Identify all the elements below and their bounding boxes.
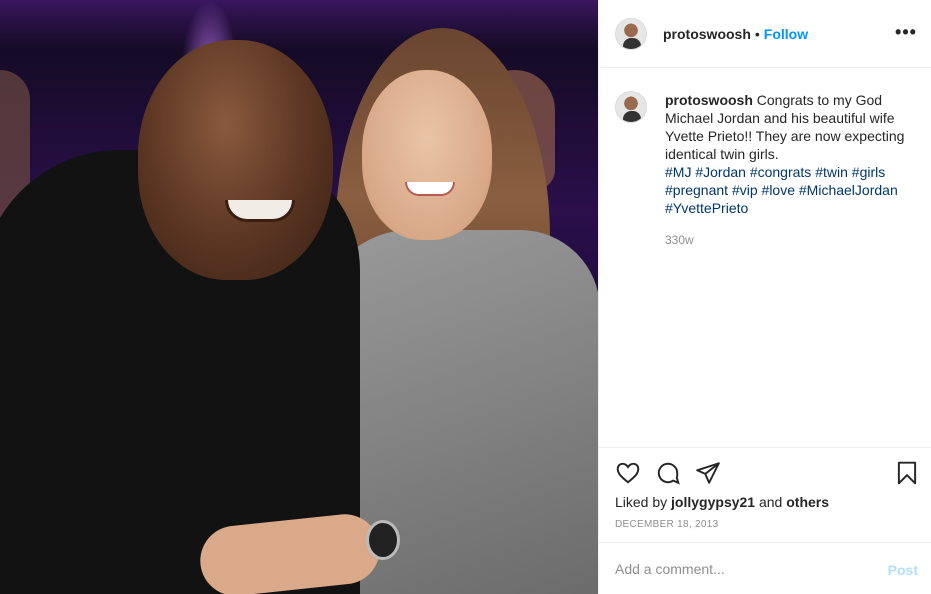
post-actions-section: Liked by jollygypsy21 and others DECEMBE… <box>599 447 931 543</box>
hashtag-link[interactable]: #congrats <box>750 164 811 180</box>
avatar[interactable] <box>615 17 647 50</box>
post-photo[interactable] <box>0 0 598 594</box>
caption-avatar[interactable] <box>615 91 647 123</box>
post-side-panel: protoswoosh • Follow ••• protoswoosh Con… <box>598 0 931 594</box>
photo-man-smile <box>225 200 295 222</box>
hashtag-link[interactable]: #love <box>762 182 795 198</box>
add-comment-input[interactable] <box>615 557 865 581</box>
share-icon[interactable] <box>695 460 721 486</box>
liked-by-user[interactable]: jollygypsy21 <box>671 494 755 510</box>
liked-by-text: Liked by jollygypsy21 and others <box>615 494 829 510</box>
more-options-icon[interactable]: ••• <box>894 22 918 46</box>
post-date[interactable]: DECEMBER 18, 2013 <box>615 519 718 530</box>
photo-woman-face <box>362 70 492 240</box>
add-comment-section: Post <box>599 542 931 594</box>
caption-hashtags: #MJ #Jordan #congrats #twin #girls #preg… <box>665 164 898 216</box>
caption-body: protoswoosh Congrats to my God Michael J… <box>665 91 915 249</box>
caption-timestamp[interactable]: 330w <box>665 231 915 249</box>
hashtag-link[interactable]: #Jordan <box>695 164 746 180</box>
heart-icon[interactable] <box>615 460 641 486</box>
post-header: protoswoosh • Follow ••• <box>599 0 931 68</box>
hashtag-link[interactable]: #pregnant <box>665 182 728 198</box>
photo-man-head <box>138 40 333 280</box>
follow-button[interactable]: Follow <box>764 26 808 42</box>
action-bar <box>615 460 917 486</box>
hashtag-link[interactable]: #girls <box>852 164 885 180</box>
photo-woman-smile <box>405 182 455 196</box>
liked-by-others[interactable]: others <box>786 494 829 510</box>
photo-light <box>0 0 598 50</box>
hashtag-link[interactable]: #YvettePrieto <box>665 200 748 216</box>
hashtag-link[interactable]: #MichaelJordan <box>799 182 898 198</box>
liked-by-conjunction: and <box>758 494 783 510</box>
post-button[interactable]: Post <box>888 562 918 578</box>
hashtag-link[interactable]: #twin <box>815 164 848 180</box>
hashtag-link[interactable]: #vip <box>732 182 758 198</box>
caption-username[interactable]: protoswoosh <box>665 92 753 108</box>
liked-by-prefix: Liked by <box>615 494 668 510</box>
photo-watch <box>366 520 400 560</box>
hashtag-link[interactable]: #MJ <box>665 164 691 180</box>
header-username[interactable]: protoswoosh <box>663 26 751 42</box>
caption-comment: protoswoosh Congrats to my God Michael J… <box>615 91 920 249</box>
header-separator: • <box>754 25 760 42</box>
comment-icon[interactable] <box>655 460 681 486</box>
bookmark-icon[interactable] <box>894 460 920 486</box>
